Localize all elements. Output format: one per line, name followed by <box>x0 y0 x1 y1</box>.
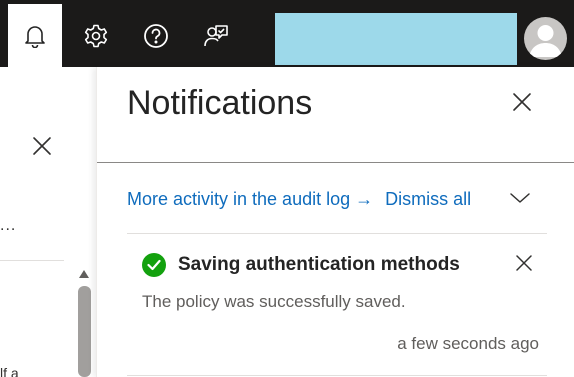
redacted-region <box>275 13 517 65</box>
more-options-button[interactable]: ... <box>0 217 16 235</box>
background-pane: ... lf a <box>0 67 96 377</box>
notification-timestamp: a few seconds ago <box>397 334 539 353</box>
gear-icon <box>83 23 109 49</box>
card-divider-bottom <box>127 375 547 376</box>
chevron-down-icon <box>509 191 531 209</box>
notifications-panel: Notifications More activity in the audit… <box>96 67 574 377</box>
notification-actions: More activity in the audit log → Dismiss … <box>127 189 471 210</box>
dismiss-all-link[interactable]: Dismiss all <box>385 189 471 209</box>
collapse-toggle[interactable] <box>509 191 531 209</box>
dismiss-notification-button[interactable] <box>513 254 535 276</box>
top-navigation-bar <box>0 0 574 67</box>
notifications-button[interactable] <box>4 4 62 67</box>
success-check-icon <box>142 253 166 277</box>
scrollbar-thumb[interactable] <box>78 286 91 377</box>
close-panel-button[interactable] <box>505 87 539 121</box>
avatar[interactable] <box>524 17 567 60</box>
close-icon <box>516 254 532 276</box>
help-icon <box>143 23 169 49</box>
divider <box>0 260 64 261</box>
panel-title: Notifications <box>127 84 313 122</box>
truncated-text: lf a <box>0 365 19 377</box>
feedback-button[interactable] <box>187 4 245 67</box>
scroll-up-arrow-icon[interactable] <box>78 268 90 280</box>
notification-title: Saving authentication methods <box>178 254 460 275</box>
header-divider <box>97 162 574 163</box>
notification-card: Saving authentication methods The policy… <box>127 234 547 377</box>
audit-log-link[interactable]: More activity in the audit log → <box>127 189 373 209</box>
help-button[interactable] <box>127 4 185 67</box>
feedback-icon <box>203 23 229 49</box>
close-icon <box>512 92 532 117</box>
close-icon <box>32 136 52 161</box>
settings-button[interactable] <box>67 4 125 67</box>
background-close-button[interactable] <box>26 132 58 164</box>
notification-message: The policy was successfully saved. <box>142 292 406 311</box>
bell-icon <box>24 24 46 48</box>
